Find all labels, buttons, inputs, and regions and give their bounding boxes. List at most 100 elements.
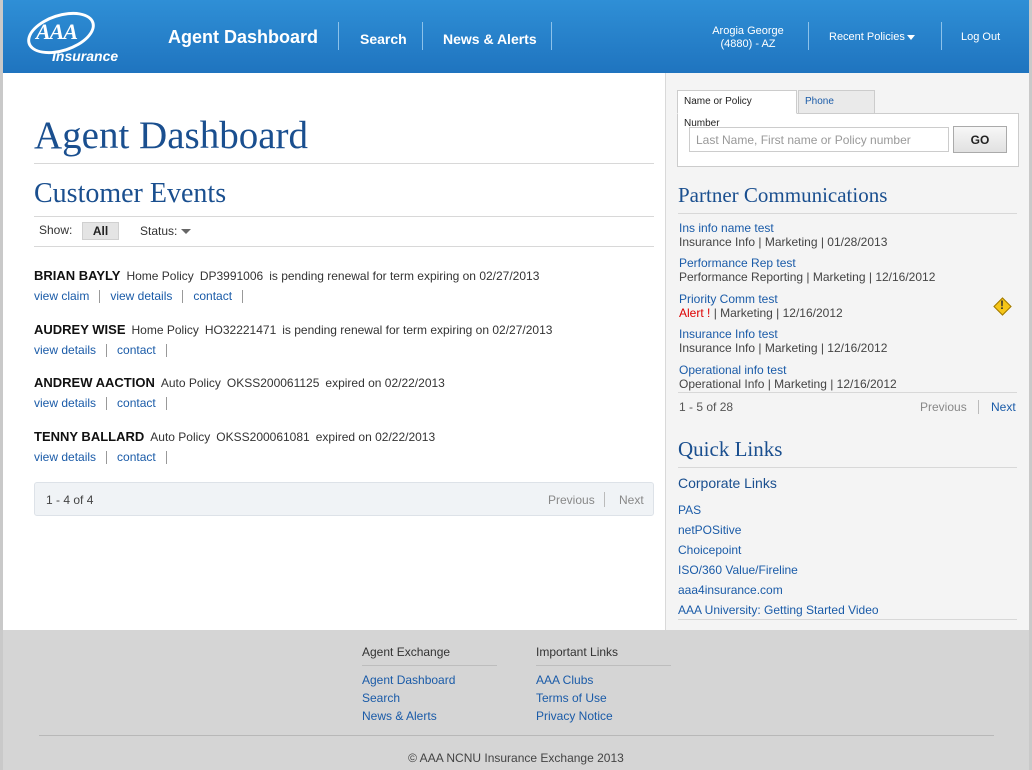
footer-col-important-links: Important Links AAA Clubs Terms of Use P… <box>536 645 671 725</box>
view-details-link[interactable]: view details <box>34 451 108 464</box>
pager-next[interactable]: Next <box>991 400 1016 414</box>
pager-previous[interactable]: Previous <box>920 400 967 414</box>
footer-col-agent-exchange: Agent Exchange Agent Dashboard Search Ne… <box>362 645 497 725</box>
pager-previous[interactable]: Previous <box>548 493 595 507</box>
pager-next[interactable]: Next <box>619 493 644 507</box>
view-claim-link[interactable]: view claim <box>34 290 101 303</box>
pager-divider <box>604 492 605 507</box>
divider <box>34 163 654 164</box>
chevron-down-icon <box>181 229 192 235</box>
logo-subtext: Insurance <box>52 48 119 64</box>
communication-meta: Insurance Info | Marketing | 01/28/2013 <box>679 235 888 249</box>
aaa-insurance-logo[interactable]: AAA Insurance <box>21 4 126 64</box>
logout-link[interactable]: Log Out <box>961 31 1000 43</box>
communications-pager: 1 - 5 of 28 Previous Next <box>679 400 1019 414</box>
divider <box>34 246 654 247</box>
quick-links-title: Quick Links <box>678 437 783 461</box>
nav-divider <box>808 22 809 50</box>
customer-search-box: Name or Policy Number Phone number GO <box>677 90 1019 167</box>
event-summary: AUDREY WISE Home Policy HO32221471 is pendi… <box>34 322 552 337</box>
communication-meta: Alert ! | Marketing | 12/16/2012 <box>679 306 843 320</box>
footer-link-aaa-clubs[interactable]: AAA Clubs <box>536 671 671 689</box>
policy-number: OKSS200061125 <box>226 376 320 390</box>
nav-divider <box>941 22 942 50</box>
footer-link-search[interactable]: Search <box>362 689 497 707</box>
nav-divider <box>422 22 423 50</box>
divider <box>678 619 1017 620</box>
go-button[interactable]: GO <box>953 126 1007 153</box>
nav-search[interactable]: Search <box>360 31 407 47</box>
communication-title[interactable]: Priority Comm test <box>679 292 843 306</box>
event-summary: ANDREW AACTION Auto Policy OKSS200061125 ex… <box>34 375 445 390</box>
footer-link-privacy[interactable]: Privacy Notice <box>536 707 671 725</box>
event-actions: view details contact <box>34 396 445 410</box>
quick-link-pas[interactable]: PAS <box>678 503 879 523</box>
event-summary: TENNY BALLARD Auto Policy OKSS200061081 exp… <box>34 429 435 444</box>
policy-number: HO32221471 <box>204 323 277 337</box>
pager-count: 1 - 5 of 28 <box>679 400 734 414</box>
pager-divider <box>978 400 979 414</box>
page-title: Agent Dashboard <box>34 114 309 157</box>
footer-divider <box>39 735 994 736</box>
view-details-link[interactable]: view details <box>110 290 184 303</box>
contact-link[interactable]: contact <box>117 397 167 410</box>
recent-policies-label: Recent Policies <box>829 31 905 43</box>
nav-news-alerts[interactable]: News & Alerts <box>443 31 537 47</box>
policy-type: Home Policy <box>126 269 194 283</box>
communication-meta: Operational Info | Marketing | 12/16/201… <box>679 377 897 391</box>
search-panel: GO <box>677 113 1019 167</box>
view-details-link[interactable]: view details <box>34 397 108 410</box>
communication-title[interactable]: Performance Rep test <box>679 256 935 270</box>
event-actions: view claim view details contact <box>34 289 539 303</box>
event-status: expired on 02/22/2013 <box>325 376 445 390</box>
event-item: AUDREY WISE Home Policy HO32221471 is pendi… <box>34 322 552 357</box>
policy-type: Home Policy <box>131 323 199 337</box>
events-pager: 1 - 4 of 4 Previous Next <box>34 482 654 516</box>
nav-agent-dashboard[interactable]: Agent Dashboard <box>168 27 318 48</box>
policy-type: Auto Policy <box>150 430 211 444</box>
top-header: AAA Insurance Agent Dashboard Search New… <box>3 0 1029 73</box>
copyright: © AAA NCNU Insurance Exchange 2013 <box>408 751 624 765</box>
customer-name: AUDREY WISE <box>34 322 126 337</box>
policy-number: OKSS200061081 <box>216 430 310 444</box>
communication-meta-text: | Marketing | 12/16/2012 <box>713 306 843 320</box>
communication-item: Performance Rep test Performance Reporti… <box>679 256 935 284</box>
footer-link-terms[interactable]: Terms of Use <box>536 689 671 707</box>
view-details-link[interactable]: view details <box>34 344 108 357</box>
section-title: Customer Events <box>34 178 227 209</box>
customer-name: TENNY BALLARD <box>34 429 145 444</box>
user-code: (4880) - AZ <box>720 38 776 50</box>
quick-link-iso360[interactable]: ISO/360 Value/Fireline <box>678 563 879 583</box>
policy-type: Auto Policy <box>160 376 221 390</box>
communication-title[interactable]: Insurance Info test <box>679 327 887 341</box>
communication-meta: Insurance Info | Marketing | 12/16/2012 <box>679 341 888 355</box>
event-status: is pending renewal for term expiring on … <box>269 269 540 283</box>
quick-link-aaa-university[interactable]: AAA University: Getting Started Video <box>678 603 879 623</box>
partner-communications-title: Partner Communications <box>678 183 888 207</box>
sidebar: Name or Policy Number Phone number GO Pa… <box>665 73 1029 630</box>
contact-link[interactable]: contact <box>117 344 167 357</box>
event-item: TENNY BALLARD Auto Policy OKSS200061081 exp… <box>34 429 435 464</box>
status-filter[interactable]: Status: <box>140 224 192 238</box>
filter-all-button[interactable]: All <box>82 222 119 240</box>
footer-link-agent-dashboard[interactable]: Agent Dashboard <box>362 671 497 689</box>
tab-phone-number[interactable]: Phone number <box>798 90 875 129</box>
recent-policies-menu[interactable]: Recent Policies <box>829 31 915 43</box>
footer: Agent Exchange Agent Dashboard Search Ne… <box>3 630 1029 770</box>
contact-link[interactable]: contact <box>117 451 167 464</box>
contact-link[interactable]: contact <box>193 290 244 303</box>
chevron-down-icon <box>906 34 915 40</box>
divider <box>34 216 654 217</box>
policy-number: DP3991006 <box>199 269 264 283</box>
communication-meta: Performance Reporting | Marketing | 12/1… <box>679 270 936 284</box>
search-input[interactable] <box>689 127 949 152</box>
quick-link-choicepoint[interactable]: Choicepoint <box>678 543 879 563</box>
communication-title[interactable]: Ins info name test <box>679 221 887 235</box>
quick-link-aaa4insurance[interactable]: aaa4insurance.com <box>678 583 879 603</box>
communication-title[interactable]: Operational info test <box>679 363 897 377</box>
footer-col-title: Important Links <box>536 645 671 666</box>
quick-link-netpositive[interactable]: netPOSitive <box>678 523 879 543</box>
footer-link-news-alerts[interactable]: News & Alerts <box>362 707 497 725</box>
tab-name-or-policy[interactable]: Name or Policy Number <box>677 90 797 129</box>
divider <box>678 213 1017 214</box>
